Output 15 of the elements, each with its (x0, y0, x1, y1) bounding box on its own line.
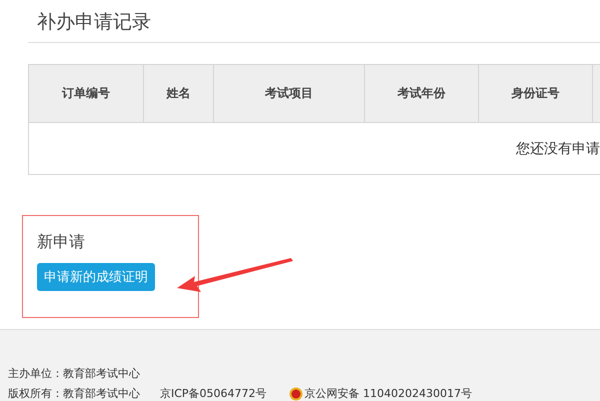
emblem-icon (288, 386, 303, 400)
column-header: 身份证号 (479, 65, 593, 122)
empty-message: 您还没有申请 (516, 140, 600, 158)
footer-text: 主办单位：教育部考试中心 (8, 366, 141, 381)
new-certificate-button[interactable]: 申请新的成绩证明 (37, 263, 155, 291)
arrow-icon (177, 258, 293, 294)
footer-text: 版权所有：教育部考试中心 (8, 386, 140, 401)
column-header: 订单编号 (29, 65, 144, 122)
footer-text: 京ICP备05064772号 (160, 386, 267, 401)
section-title: 补办申请记录 (36, 10, 152, 34)
column-header: 姓名 (144, 65, 214, 122)
new-application-title: 新申请 (37, 232, 86, 253)
column-header: 考试年份 (365, 65, 479, 122)
footer-text: 京公网安备 11040202430017号 (304, 386, 472, 401)
column-header: 考试项目 (214, 65, 365, 122)
